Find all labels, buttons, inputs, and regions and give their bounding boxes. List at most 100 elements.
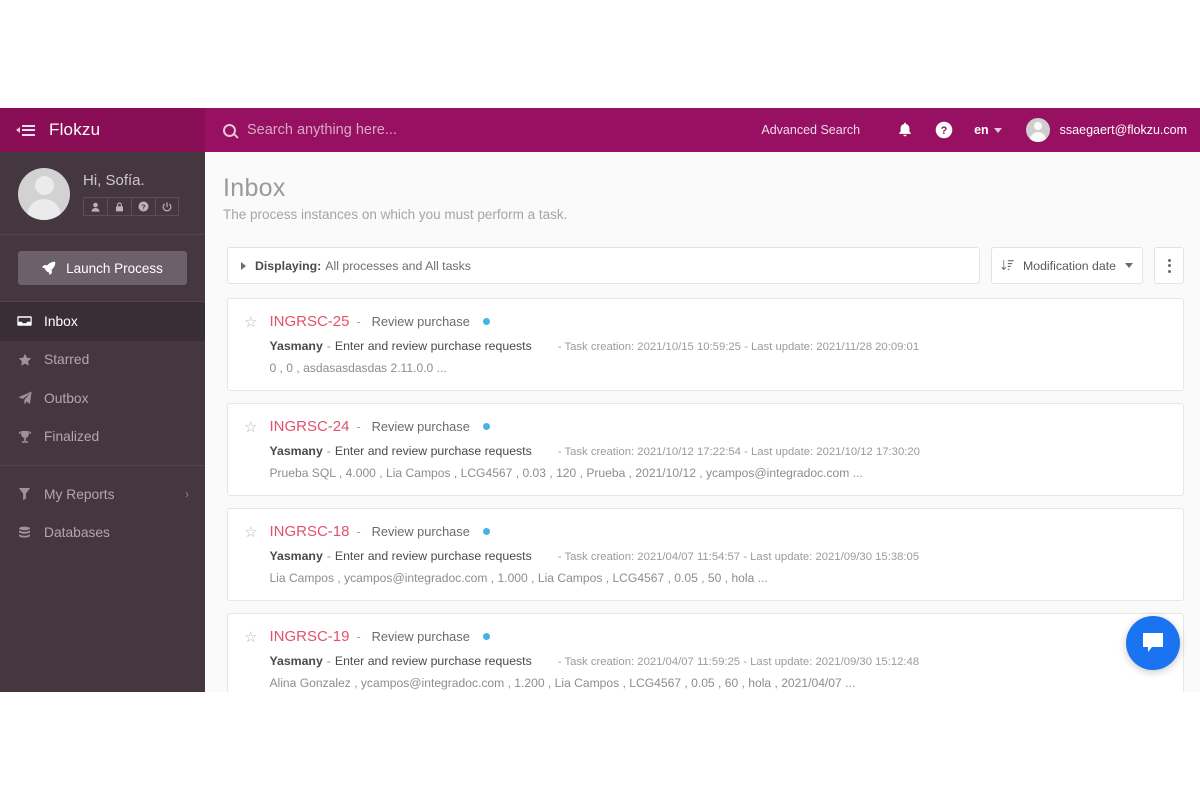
separator: - — [356, 524, 361, 539]
star-icon[interactable]: ☆ — [244, 313, 257, 375]
sidebar-item-label: Starred — [44, 352, 90, 368]
chevron-right-icon: › — [185, 487, 189, 502]
sort-button[interactable]: Modification date — [991, 247, 1143, 284]
sidebar-item-outbox[interactable]: Outbox — [0, 379, 205, 418]
brand-zone: Flokzu — [0, 108, 205, 152]
collapse-menu-icon[interactable] — [16, 124, 35, 136]
paper-plane-icon — [17, 391, 32, 405]
greeting-text: Hi, Sofía. — [83, 172, 145, 189]
svg-text:?: ? — [941, 125, 948, 137]
flokzu-application: Flokzu Search anything here... Advanced … — [0, 108, 1200, 692]
power-icon[interactable] — [155, 197, 179, 216]
sidebar-item-my-reports[interactable]: My Reports › — [0, 475, 205, 514]
task-card[interactable]: ☆ INGRSC-18 - Review purchase Yasmany - … — [227, 508, 1184, 601]
launch-process-label: Launch Process — [66, 260, 163, 276]
task-card[interactable]: ☆ INGRSC-25 - Review purchase Yasmany - … — [227, 298, 1184, 391]
list-toolbar: Displaying: All processes and All tasks … — [205, 222, 1200, 284]
advanced-search-link[interactable]: Advanced Search — [761, 123, 860, 137]
task-code-link[interactable]: INGRSC-18 — [269, 523, 349, 540]
sidebar-item-finalized[interactable]: Finalized — [0, 418, 205, 457]
process-name: Enter and review purchase requests — [334, 339, 532, 353]
process-name: Enter and review purchase requests — [334, 654, 532, 668]
top-bar-actions: Advanced Search ? en ssaegaert@flokzu.co… — [761, 118, 1200, 142]
separator: - — [356, 314, 361, 329]
task-code-link[interactable]: INGRSC-25 — [269, 313, 349, 330]
star-icon[interactable]: ☆ — [244, 628, 257, 690]
svg-text:?: ? — [141, 204, 145, 211]
task-meta: - Task creation: 2021/04/07 11:59:25 - L… — [557, 656, 920, 668]
chevron-down-icon — [1124, 263, 1133, 268]
expand-triangle-icon — [241, 261, 246, 270]
assignee-name: Yasmany — [269, 339, 323, 353]
top-bar: Flokzu Search anything here... Advanced … — [0, 108, 1200, 152]
kebab-menu-icon[interactable] — [1154, 247, 1184, 284]
sidebar-item-inbox[interactable]: Inbox — [0, 302, 205, 341]
status-dot — [482, 423, 490, 430]
lock-icon[interactable] — [107, 197, 131, 216]
inbox-icon — [17, 315, 32, 327]
task-name: Review purchase — [371, 314, 470, 329]
user-menu[interactable]: ssaegaert@flokzu.com — [1025, 118, 1187, 142]
status-dot — [482, 528, 490, 535]
sidebar-divider — [0, 465, 205, 466]
separator: - — [356, 629, 361, 644]
chevron-down-icon — [993, 127, 1002, 133]
task-meta: - Task creation: 2021/10/15 10:59:25 - L… — [557, 341, 920, 353]
task-card[interactable]: ☆ INGRSC-24 - Review purchase Yasmany - … — [227, 403, 1184, 496]
assignee-name: Yasmany — [269, 654, 323, 668]
launch-process-container: Launch Process — [0, 235, 205, 302]
chat-bubble-icon[interactable] — [1126, 616, 1180, 670]
help-circle-icon[interactable]: ? — [920, 121, 968, 139]
task-name: Review purchase — [371, 629, 470, 644]
main-content: Inbox The process instances on which you… — [205, 152, 1200, 692]
user-email: ssaegaert@flokzu.com — [1059, 123, 1187, 137]
sidebar-item-starred[interactable]: Starred — [0, 341, 205, 380]
displaying-filter[interactable]: Displaying: All processes and All tasks — [227, 247, 980, 284]
sidebar-item-label: Outbox — [44, 390, 89, 406]
brand-name[interactable]: Flokzu — [49, 120, 100, 140]
profile-icon[interactable] — [83, 197, 107, 216]
avatar[interactable] — [18, 168, 70, 220]
page-header: Inbox The process instances on which you… — [205, 152, 1200, 222]
assignee-name: Yasmany — [269, 549, 323, 563]
sort-label: Modification date — [1023, 258, 1116, 273]
help-icon[interactable]: ? — [131, 197, 155, 216]
rocket-icon — [42, 261, 56, 275]
profile-quick-actions: ? — [83, 197, 179, 216]
task-meta: - Task creation: 2021/04/07 11:54:57 - L… — [557, 551, 920, 563]
sidebar: Hi, Sofía. ? Launch Process Inbox Starre… — [0, 152, 205, 692]
sidebar-item-label: Databases — [44, 525, 110, 541]
sidebar-item-databases[interactable]: Databases — [0, 514, 205, 553]
sidebar-item-label: Finalized — [44, 429, 100, 445]
star-icon[interactable]: ☆ — [244, 523, 257, 585]
bell-icon[interactable] — [890, 122, 920, 138]
process-name: Enter and review purchase requests — [334, 444, 532, 458]
task-meta: - Task creation: 2021/10/12 17:22:54 - L… — [557, 446, 920, 458]
displaying-value: All processes and All tasks — [325, 258, 471, 273]
sort-descending-icon — [1001, 260, 1014, 271]
task-list: ☆ INGRSC-25 - Review purchase Yasmany - … — [205, 284, 1200, 692]
search-bar[interactable]: Search anything here... Advanced Search … — [205, 108, 1200, 152]
trophy-icon — [17, 430, 32, 444]
status-dot — [482, 318, 490, 325]
task-name: Review purchase — [371, 419, 470, 434]
language-selector[interactable]: en — [974, 123, 1002, 137]
task-code-link[interactable]: INGRSC-19 — [269, 628, 349, 645]
task-code-link[interactable]: INGRSC-24 — [269, 418, 349, 435]
task-preview: 0 , 0 , asdasasdasdas 2.11.0.0 ... — [269, 361, 447, 375]
task-name: Review purchase — [371, 524, 470, 539]
task-preview: Alina Gonzalez , ycampos@integradoc.com … — [269, 676, 856, 690]
task-card[interactable]: ☆ INGRSC-19 - Review purchase Yasmany - … — [227, 613, 1184, 692]
search-icon — [223, 123, 236, 137]
star-icon[interactable]: ☆ — [244, 418, 257, 480]
funnel-chart-icon — [17, 487, 32, 501]
search-input[interactable]: Search anything here... — [247, 122, 397, 138]
sidebar-item-label: Inbox — [44, 313, 78, 329]
launch-process-button[interactable]: Launch Process — [18, 251, 187, 285]
page-subtitle: The process instances on which you must … — [223, 207, 568, 222]
page-title: Inbox — [223, 174, 286, 202]
process-name: Enter and review purchase requests — [334, 549, 532, 563]
displaying-label: Displaying: — [255, 258, 322, 273]
avatar — [1025, 118, 1050, 142]
separator: - — [356, 419, 361, 434]
